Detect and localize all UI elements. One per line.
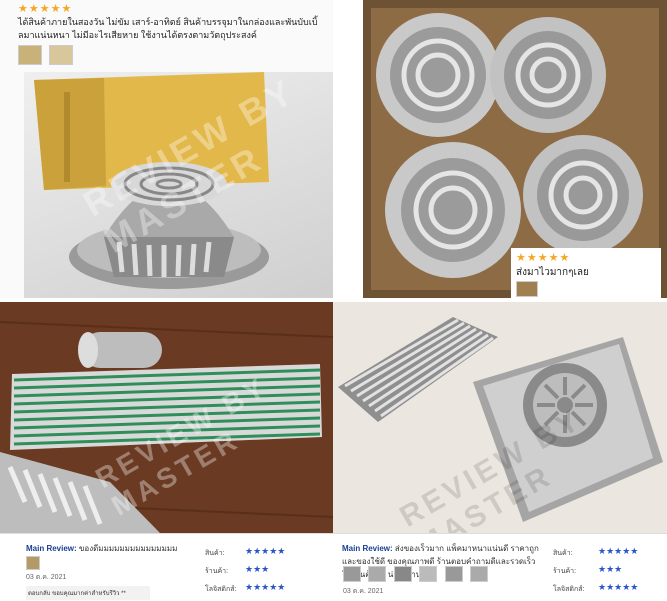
thumbnail[interactable] (470, 566, 489, 582)
metric-shop-stars: ★★★ (598, 564, 623, 574)
metric-product-stars: ★★★★★ (245, 546, 286, 556)
review-text: ได้สินค้าภายในสองวัน ไม่ขัม เสาร์-อาทิตย… (18, 17, 318, 40)
metric-shop-label: ร้านค้า: (553, 568, 577, 575)
rating-stars: ★★★★★ (516, 252, 571, 264)
metric-product-label: สินค้า: (205, 550, 225, 557)
thumbnail[interactable] (343, 566, 361, 582)
thumbnail[interactable] (516, 281, 538, 297)
review-thumbnails (343, 566, 491, 587)
thumbnail[interactable] (49, 45, 74, 65)
metric-logistics-stars: ★★★★★ (245, 582, 286, 592)
thumbnail[interactable] (368, 566, 387, 582)
metric-product-stars: ★★★★★ (598, 546, 639, 556)
main-review: Main Review: ของดีมมมมมมมมมมมมมมม (26, 542, 196, 555)
metric-logistics-label: โลจิสติกส์: (553, 586, 585, 593)
linear-drain-illustration (0, 302, 333, 533)
square-drain-illustration (333, 302, 667, 533)
thumbnail[interactable] (26, 556, 40, 570)
review-photo-bottom-right: REVIEW BY MASTER (333, 302, 667, 533)
review-date: 03 ต.ค. 2021 (26, 574, 67, 581)
thumbnail[interactable] (444, 566, 463, 582)
review-card: ★★★★★ ส่งมาไวมากๆเลย (511, 248, 661, 298)
review-summary-left: Main Review: ของดีมมมมมมมมมมมมมมม 03 ต.ค… (0, 533, 333, 601)
review-summary-right: Main Review: ส่งของเร็วมาก แพ็คมาหนาแน่น… (333, 533, 667, 601)
metric-shop-stars: ★★★ (245, 564, 270, 574)
metric-logistics-label: โลจิสติกส์: (205, 586, 237, 593)
review-photo-bottom-left: REVIEW BY MASTER (0, 302, 333, 533)
product-photo (24, 72, 333, 298)
drain-photo-illustration (34, 72, 269, 289)
main-review-text: ของดีมมมมมมมมมมมมมมม (78, 544, 178, 553)
review-thumbnails (18, 45, 76, 70)
metric-shop-label: ร้านค้า: (205, 568, 229, 575)
rating-stars: ★★★★★ (18, 3, 73, 15)
review-photo-top-left: ★★★★★ ได้สินค้าภายในสองวัน ไม่ขัม เสาร์-… (0, 0, 333, 298)
metric-logistics-stars: ★★★★★ (598, 582, 639, 592)
main-review-label: Main Review: (342, 544, 393, 553)
review-text: ส่งมาไวมากๆเลย (516, 267, 589, 278)
review-photo-top-right: ★★★★★ ส่งมาไวมากๆเลย (363, 0, 667, 298)
review-date: 03 ต.ค. 2021 (343, 588, 384, 595)
thumbnail[interactable] (419, 566, 438, 582)
seller-reply: ตอบกลับ ขอบคุณมากค่าสำหรับรีวิว ** (26, 586, 150, 600)
thumbnail[interactable] (393, 566, 412, 582)
main-review-label: Main Review: (26, 544, 77, 553)
thumbnail[interactable] (18, 45, 42, 65)
metric-product-label: สินค้า: (553, 550, 573, 557)
